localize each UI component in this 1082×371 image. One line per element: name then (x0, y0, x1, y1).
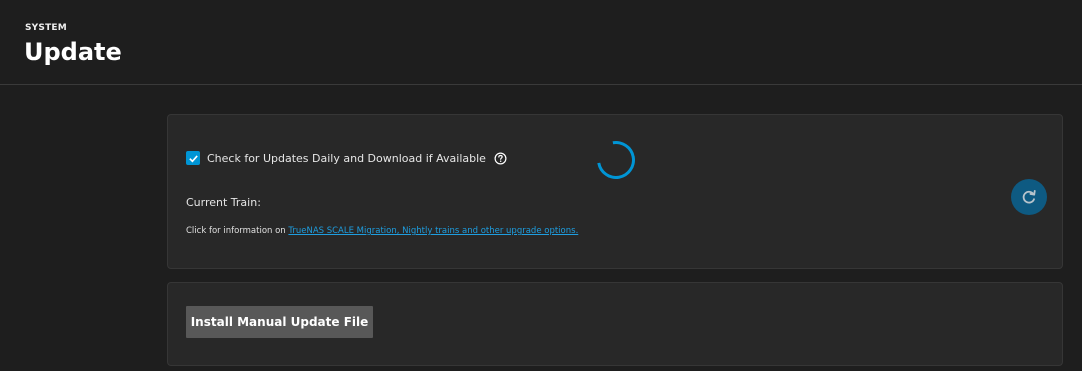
checkmark-icon (188, 154, 198, 162)
info-prefix: Click for information on (186, 226, 289, 236)
auto-check-row: Check for Updates Daily and Download if … (186, 151, 507, 165)
auto-check-label[interactable]: Check for Updates Daily and Download if … (207, 152, 486, 165)
info-line: Click for information on TrueNAS SCALE M… (186, 226, 578, 236)
update-page: SYSTEM Update Check for Updates Daily an… (0, 0, 1082, 371)
refresh-button[interactable] (1011, 179, 1047, 215)
page-title: Update (24, 38, 122, 66)
page-header: SYSTEM Update (0, 0, 1082, 85)
breadcrumb: SYSTEM (25, 23, 67, 33)
refresh-icon (1022, 189, 1036, 204)
install-manual-update-button[interactable]: Install Manual Update File (186, 306, 373, 338)
help-circle-icon[interactable] (494, 152, 507, 165)
upgrade-info-link[interactable]: TrueNAS SCALE Migration, Nightly trains … (288, 226, 578, 236)
current-train-label: Current Train: (186, 196, 261, 209)
manual-update-card: Install Manual Update File (167, 282, 1063, 366)
update-settings-card: Check for Updates Daily and Download if … (167, 114, 1063, 269)
loading-spinner (589, 133, 643, 187)
auto-check-checkbox[interactable] (186, 151, 200, 165)
